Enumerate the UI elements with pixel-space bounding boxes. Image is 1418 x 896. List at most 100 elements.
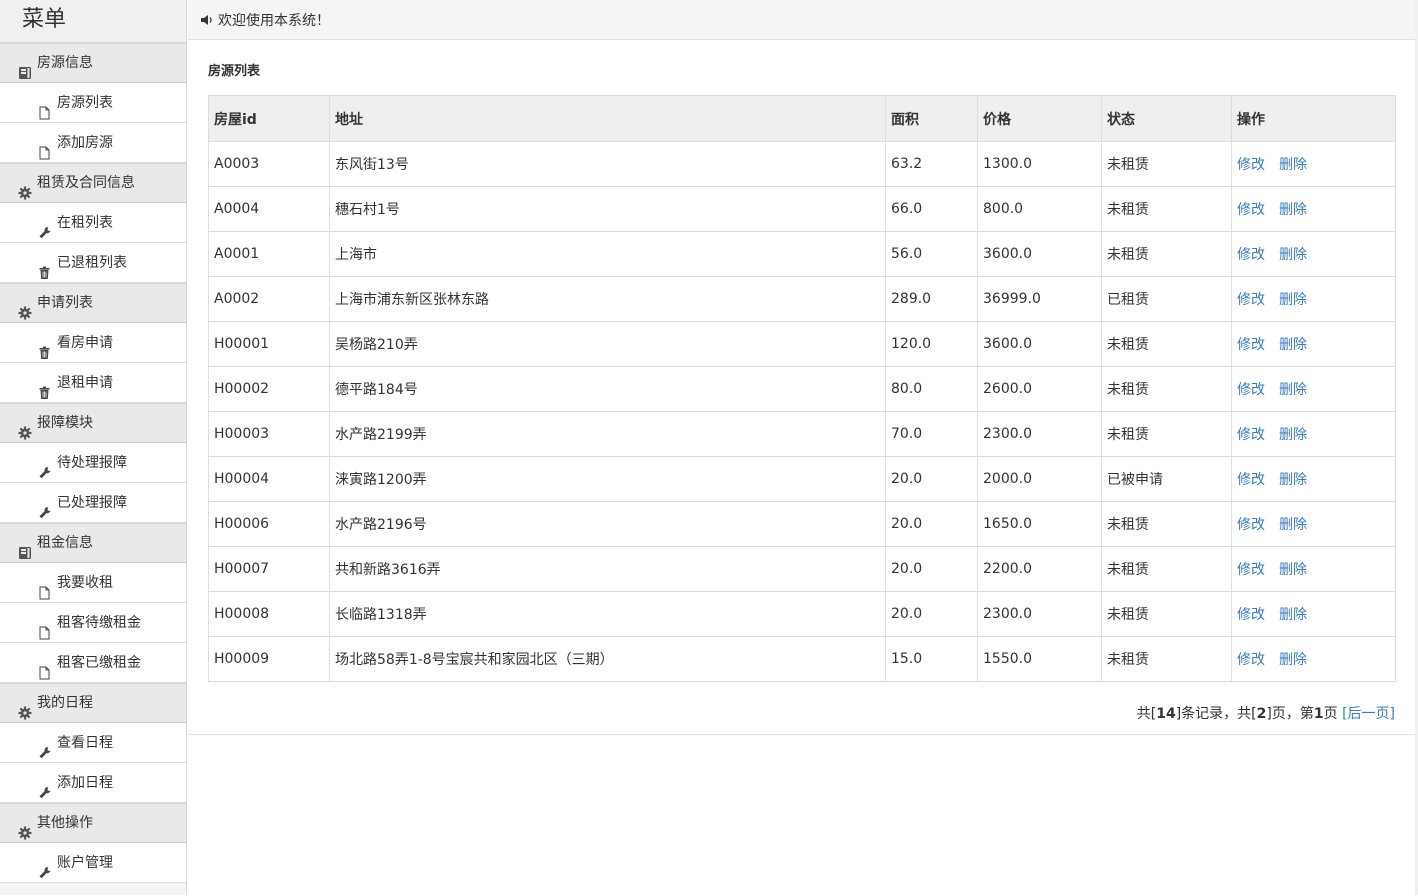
menu-item-3-1[interactable]: 已处理报障	[0, 483, 186, 523]
cell-id: H00004	[208, 456, 330, 502]
menu-item-2-1[interactable]: 退租申请	[0, 363, 186, 403]
page-title: 房源列表	[208, 64, 261, 79]
menu-item-label: 租客已缴租金	[57, 654, 141, 671]
delete-link[interactable]: 删除	[1279, 427, 1307, 443]
col-header-address: 地址	[329, 95, 886, 142]
delete-link[interactable]: 删除	[1279, 337, 1307, 353]
menu-group-3[interactable]: 报障模块	[0, 403, 186, 443]
delete-link[interactable]: 删除	[1279, 202, 1307, 218]
cell-status: 未租赁	[1101, 321, 1232, 367]
menu-item-5-1[interactable]: 添加日程	[0, 763, 186, 803]
cell-address: 水产路2196号	[329, 501, 886, 547]
menu-item-3-0[interactable]: 待处理报障	[0, 443, 186, 483]
delete-link[interactable]: 删除	[1279, 292, 1307, 308]
gear-icon	[18, 816, 32, 840]
topbar: 欢迎使用本系统！	[188, 0, 1415, 40]
cell-price: 2000.0	[977, 456, 1102, 502]
menu-group-0[interactable]: 房源信息	[0, 43, 186, 83]
edit-link[interactable]: 修改	[1237, 562, 1265, 578]
menu-item-0-0[interactable]: 房源列表	[0, 83, 186, 123]
menu-group-5[interactable]: 我的日程	[0, 683, 186, 723]
menu-item-4-0[interactable]: 我要收租	[0, 563, 186, 603]
cell-actions: 修改 删除	[1231, 141, 1396, 187]
trash-icon	[38, 336, 51, 359]
menu-item-5-0[interactable]: 查看日程	[0, 723, 186, 763]
wrench-icon	[38, 496, 51, 518]
cell-status: 未租赁	[1101, 366, 1232, 412]
cell-address: 东风街13号	[329, 141, 886, 187]
edit-link[interactable]: 修改	[1237, 157, 1265, 173]
menu-group-2[interactable]: 申请列表	[0, 283, 186, 323]
delete-link[interactable]: 删除	[1279, 157, 1307, 173]
cell-address: 场北路58弄1-8号宝宸共和家园北区（三期）	[329, 636, 886, 682]
pager-text: ]条记录，共[	[1175, 706, 1257, 722]
menu-group-4[interactable]: 租金信息	[0, 523, 186, 563]
menu-item-4-1[interactable]: 租客待缴租金	[0, 603, 186, 643]
file-icon	[38, 616, 51, 639]
edit-link[interactable]: 修改	[1237, 652, 1265, 668]
menu-item-label: 看房申请	[57, 334, 113, 351]
delete-link[interactable]: 删除	[1279, 247, 1307, 263]
cell-price: 2300.0	[977, 411, 1102, 457]
edit-link[interactable]: 修改	[1237, 247, 1265, 263]
cell-area: 120.0	[885, 321, 978, 367]
menu-item-1-0[interactable]: 在租列表	[0, 203, 186, 243]
menu-item-6-0[interactable]: 账户管理	[0, 843, 186, 883]
cell-status: 未租赁	[1101, 591, 1232, 637]
menu-item-label: 租客待缴租金	[57, 614, 141, 631]
menu-item-label: 账户管理	[57, 854, 113, 871]
gear-icon	[18, 416, 32, 440]
cell-area: 20.0	[885, 546, 978, 592]
edit-link[interactable]: 修改	[1237, 427, 1265, 443]
menu-item-label: 查看日程	[57, 734, 113, 751]
delete-link[interactable]: 删除	[1279, 652, 1307, 668]
edit-link[interactable]: 修改	[1237, 202, 1265, 218]
welcome-text: 欢迎使用本系统！	[218, 12, 330, 29]
cell-address: 上海市浦东新区张林东路	[329, 276, 886, 322]
delete-link[interactable]: 删除	[1279, 382, 1307, 398]
edit-link[interactable]: 修改	[1237, 607, 1265, 623]
menu-item-4-2[interactable]: 租客已缴租金	[0, 643, 186, 683]
cell-id: H00007	[208, 546, 330, 592]
edit-link[interactable]: 修改	[1237, 292, 1265, 308]
menu-item-label: 在租列表	[57, 214, 113, 231]
cell-id: A0004	[208, 186, 330, 232]
main-panel: 房源列表 房屋id 地址 面积 价格 状态 操作 A0003 东风街13号 63.2…	[188, 40, 1415, 735]
col-header-area: 面积	[885, 95, 978, 142]
cell-address: 水产路2199弄	[329, 411, 886, 457]
cell-actions: 修改 删除	[1231, 636, 1396, 682]
wrench-icon	[38, 856, 51, 878]
edit-link[interactable]: 修改	[1237, 517, 1265, 533]
menu-item-2-0[interactable]: 看房申请	[0, 323, 186, 363]
cell-area: 70.0	[885, 411, 978, 457]
file-icon	[38, 136, 51, 159]
cell-actions: 修改 删除	[1231, 591, 1396, 637]
delete-link[interactable]: 删除	[1279, 607, 1307, 623]
house-table: 房屋id 地址 面积 价格 状态 操作 A0003 东风街13号 63.2 1300.…	[208, 95, 1396, 682]
cell-id: A0003	[208, 141, 330, 187]
menu-group-6[interactable]: 其他操作	[0, 803, 186, 843]
cell-status: 未租赁	[1101, 636, 1232, 682]
gear-icon	[18, 296, 32, 320]
delete-link[interactable]: 删除	[1279, 472, 1307, 488]
cell-address: 涞寅路1200弄	[329, 456, 886, 502]
delete-link[interactable]: 删除	[1279, 562, 1307, 578]
cell-id: A0001	[208, 231, 330, 277]
next-page-link[interactable]: [后一页]	[1342, 706, 1395, 722]
speaker-icon	[201, 14, 212, 25]
cell-status: 未租赁	[1101, 546, 1232, 592]
cell-actions: 修改 删除	[1231, 276, 1396, 322]
edit-link[interactable]: 修改	[1237, 382, 1265, 398]
edit-link[interactable]: 修改	[1237, 337, 1265, 353]
menu-item-label: 已处理报障	[57, 494, 127, 511]
menu-item-0-1[interactable]: 添加房源	[0, 123, 186, 163]
cell-area: 56.0	[885, 231, 978, 277]
cell-id: H00006	[208, 501, 330, 547]
edit-link[interactable]: 修改	[1237, 472, 1265, 488]
menu-item-label: 我要收租	[57, 574, 113, 591]
menu-group-label: 申请列表	[37, 295, 93, 311]
menu-group-1[interactable]: 租赁及合同信息	[0, 163, 186, 203]
table-body: A0003 东风街13号 63.2 1300.0 未租赁 修改 删除 A0004 穗石村1号 66…	[208, 141, 1396, 682]
delete-link[interactable]: 删除	[1279, 517, 1307, 533]
menu-item-1-1[interactable]: 已退租列表	[0, 243, 186, 283]
